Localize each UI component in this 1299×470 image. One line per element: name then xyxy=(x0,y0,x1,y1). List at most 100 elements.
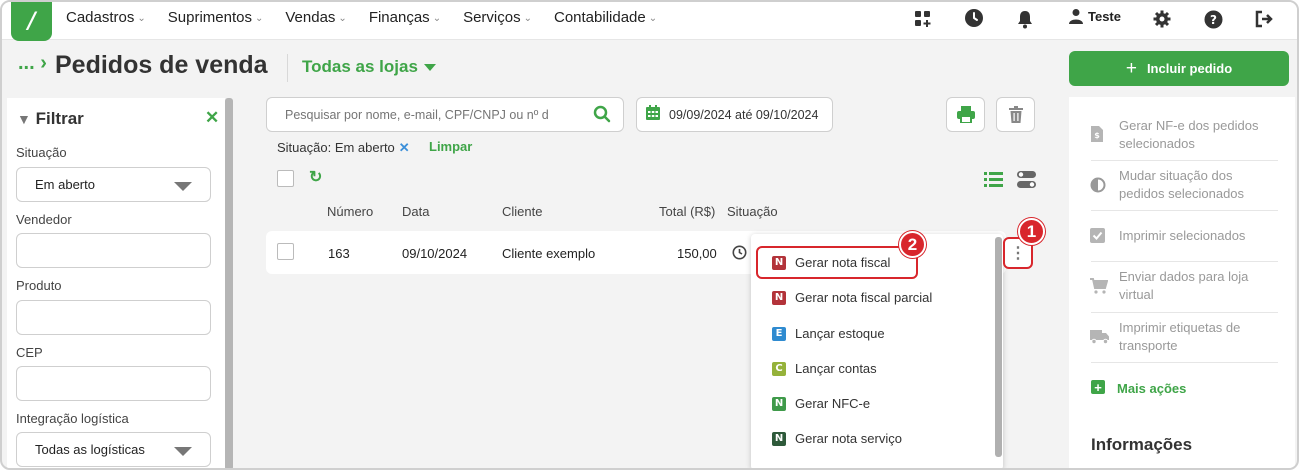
action-imprimir-selecionados[interactable]: Imprimir selecionados xyxy=(1119,227,1279,245)
action-gerar-nfe[interactable]: Gerar NF-e dos pedidos selecionados xyxy=(1119,117,1279,153)
invoice-icon: $ xyxy=(1090,126,1106,142)
add-order-label: Incluir pedido xyxy=(1146,61,1233,76)
filter-title: ▼ Filtrar xyxy=(17,109,84,129)
user-menu[interactable]: Teste xyxy=(1068,8,1121,24)
chevron-down-icon: ⌄ xyxy=(338,13,347,24)
menu-cadastros[interactable]: Cadastros ⌄ xyxy=(66,9,146,26)
menu-item-label: Gerar NFC-e xyxy=(795,396,871,411)
column-header-total[interactable]: Total (R$) xyxy=(659,204,715,219)
search-input[interactable] xyxy=(285,107,575,122)
row-checkbox[interactable] xyxy=(277,243,294,260)
cell-numero: 163 xyxy=(328,246,350,261)
chevron-right-icon: › xyxy=(40,52,47,74)
page-title: Pedidos de venda xyxy=(55,51,268,79)
menu-vendas[interactable]: Vendas ⌄ xyxy=(285,9,346,26)
menu-item-gerar-nfce[interactable]: N Gerar NFC-e xyxy=(772,396,870,411)
chevron-down-icon: ⌄ xyxy=(137,13,146,24)
column-header-cliente[interactable]: Cliente xyxy=(502,204,542,219)
menu-contabilidade[interactable]: Contabilidade ⌄ xyxy=(554,9,657,26)
search-icon[interactable] xyxy=(593,105,611,126)
action-mudar-situacao[interactable]: Mudar situação dos pedidos selecionados xyxy=(1119,167,1279,203)
cell-cliente: Cliente exemplo xyxy=(502,246,596,261)
store-selector[interactable]: Todas as lojas xyxy=(302,57,436,77)
clear-filters-link[interactable]: Limpar xyxy=(429,139,472,154)
vendedor-field[interactable] xyxy=(16,233,211,268)
apps-icon[interactable] xyxy=(912,8,934,30)
filter-title-label: Filtrar xyxy=(35,109,84,128)
menu-financas[interactable]: Finanças ⌄ xyxy=(369,9,441,26)
action-imprimir-etiquetas[interactable]: Imprimir etiquetas de transporte xyxy=(1119,319,1279,355)
menu-label: Cadastros xyxy=(66,9,135,26)
filter-label-integracao: Integração logística xyxy=(16,411,129,426)
bell-icon[interactable] xyxy=(1014,8,1036,30)
divider xyxy=(287,54,288,82)
refresh-icon[interactable]: ↻ xyxy=(309,167,322,187)
top-navigation: / Cadastros ⌄ Suprimentos ⌄ Vendas ⌄ Finanç… xyxy=(2,2,1297,41)
menu-servicos[interactable]: Serviços ⌄ xyxy=(463,9,532,26)
print-button[interactable] xyxy=(946,97,985,132)
delete-button[interactable] xyxy=(996,97,1035,132)
toggle-view-icon[interactable] xyxy=(1017,171,1036,191)
remove-filter-icon[interactable]: ✕ xyxy=(399,140,410,155)
filter-scrollbar[interactable] xyxy=(225,98,233,468)
svg-text:$: $ xyxy=(1094,131,1100,140)
step-badge-1: 1 xyxy=(1018,218,1045,245)
menu-item-label: Gerar nota serviço xyxy=(795,431,902,446)
caret-down-icon xyxy=(174,447,192,456)
menu-item-label: Lançar estoque xyxy=(795,326,885,341)
produto-field[interactable] xyxy=(16,300,211,335)
select-all-checkbox[interactable] xyxy=(277,170,294,187)
chevron-down-icon: ⌄ xyxy=(254,13,264,24)
checkbox-checked-icon xyxy=(1090,228,1106,244)
clock-icon[interactable] xyxy=(963,7,985,29)
chevron-down-icon: ⌄ xyxy=(432,13,442,24)
menu-item-lancar-contas[interactable]: C Lançar contas xyxy=(772,361,877,376)
menu-item-gerar-nota-fiscal-parcial[interactable]: N Gerar nota fiscal parcial xyxy=(772,290,932,305)
chevron-down-icon: ⌄ xyxy=(648,13,658,24)
menu-item-lancar-estoque[interactable]: E Lançar estoque xyxy=(772,326,885,341)
date-range-picker[interactable]: 09/09/2024 até 09/10/2024 xyxy=(636,97,833,132)
menu-suprimentos[interactable]: Suprimentos ⌄ xyxy=(168,9,264,26)
help-icon[interactable]: ? xyxy=(1202,8,1224,30)
funnel-icon: ▼ xyxy=(17,111,31,127)
add-order-button[interactable]: + Incluir pedido xyxy=(1069,51,1289,86)
gear-icon[interactable] xyxy=(1151,8,1173,30)
logout-icon[interactable] xyxy=(1253,8,1275,30)
menu-item-gerar-nota-servico[interactable]: N Gerar nota serviço xyxy=(772,431,902,446)
list-view-icon[interactable] xyxy=(984,172,1003,190)
step-badge-2: 2 xyxy=(899,231,926,258)
logo-glyph: / xyxy=(27,7,36,34)
breadcrumb[interactable]: ... › xyxy=(18,52,47,75)
column-header-situacao[interactable]: Situação xyxy=(727,204,778,219)
filter-label-cep: CEP xyxy=(16,345,43,360)
column-header-data[interactable]: Data xyxy=(402,204,429,219)
logo[interactable]: / xyxy=(11,2,52,41)
dropdown-scrollbar[interactable] xyxy=(995,237,1002,457)
cell-data: 09/10/2024 xyxy=(402,246,468,261)
info-heading: Informações xyxy=(1091,435,1193,454)
caret-down-icon xyxy=(174,182,192,191)
filter-label-vendedor: Vendedor xyxy=(16,212,72,227)
filter-label-produto: Produto xyxy=(16,278,62,293)
breadcrumb-label: ... xyxy=(18,52,35,74)
column-header-numero[interactable]: Número xyxy=(327,204,373,219)
divider xyxy=(1091,210,1278,211)
user-icon xyxy=(1069,9,1083,24)
cart-icon xyxy=(1090,278,1109,294)
more-actions-link[interactable]: Mais ações xyxy=(1117,381,1186,396)
divider xyxy=(1091,261,1278,262)
integracao-select[interactable]: Todas as logísticas xyxy=(16,432,211,467)
situacao-select[interactable]: Em aberto xyxy=(16,167,211,202)
contas-badge-icon: C xyxy=(772,361,786,376)
close-filter-icon[interactable]: ✕ xyxy=(205,108,219,128)
menu-label: Vendas xyxy=(285,9,336,26)
chevron-down-icon: ⌄ xyxy=(523,13,532,24)
truck-icon xyxy=(1090,329,1109,345)
cep-field[interactable] xyxy=(16,366,211,401)
calendar-icon xyxy=(645,105,661,124)
action-enviar-loja-virtual[interactable]: Enviar dados para loja virtual xyxy=(1119,268,1279,304)
printer-icon xyxy=(956,106,975,123)
nfse-badge-icon: N xyxy=(772,431,786,446)
menu-label: Finanças xyxy=(368,9,430,26)
caret-down-icon xyxy=(423,64,436,72)
